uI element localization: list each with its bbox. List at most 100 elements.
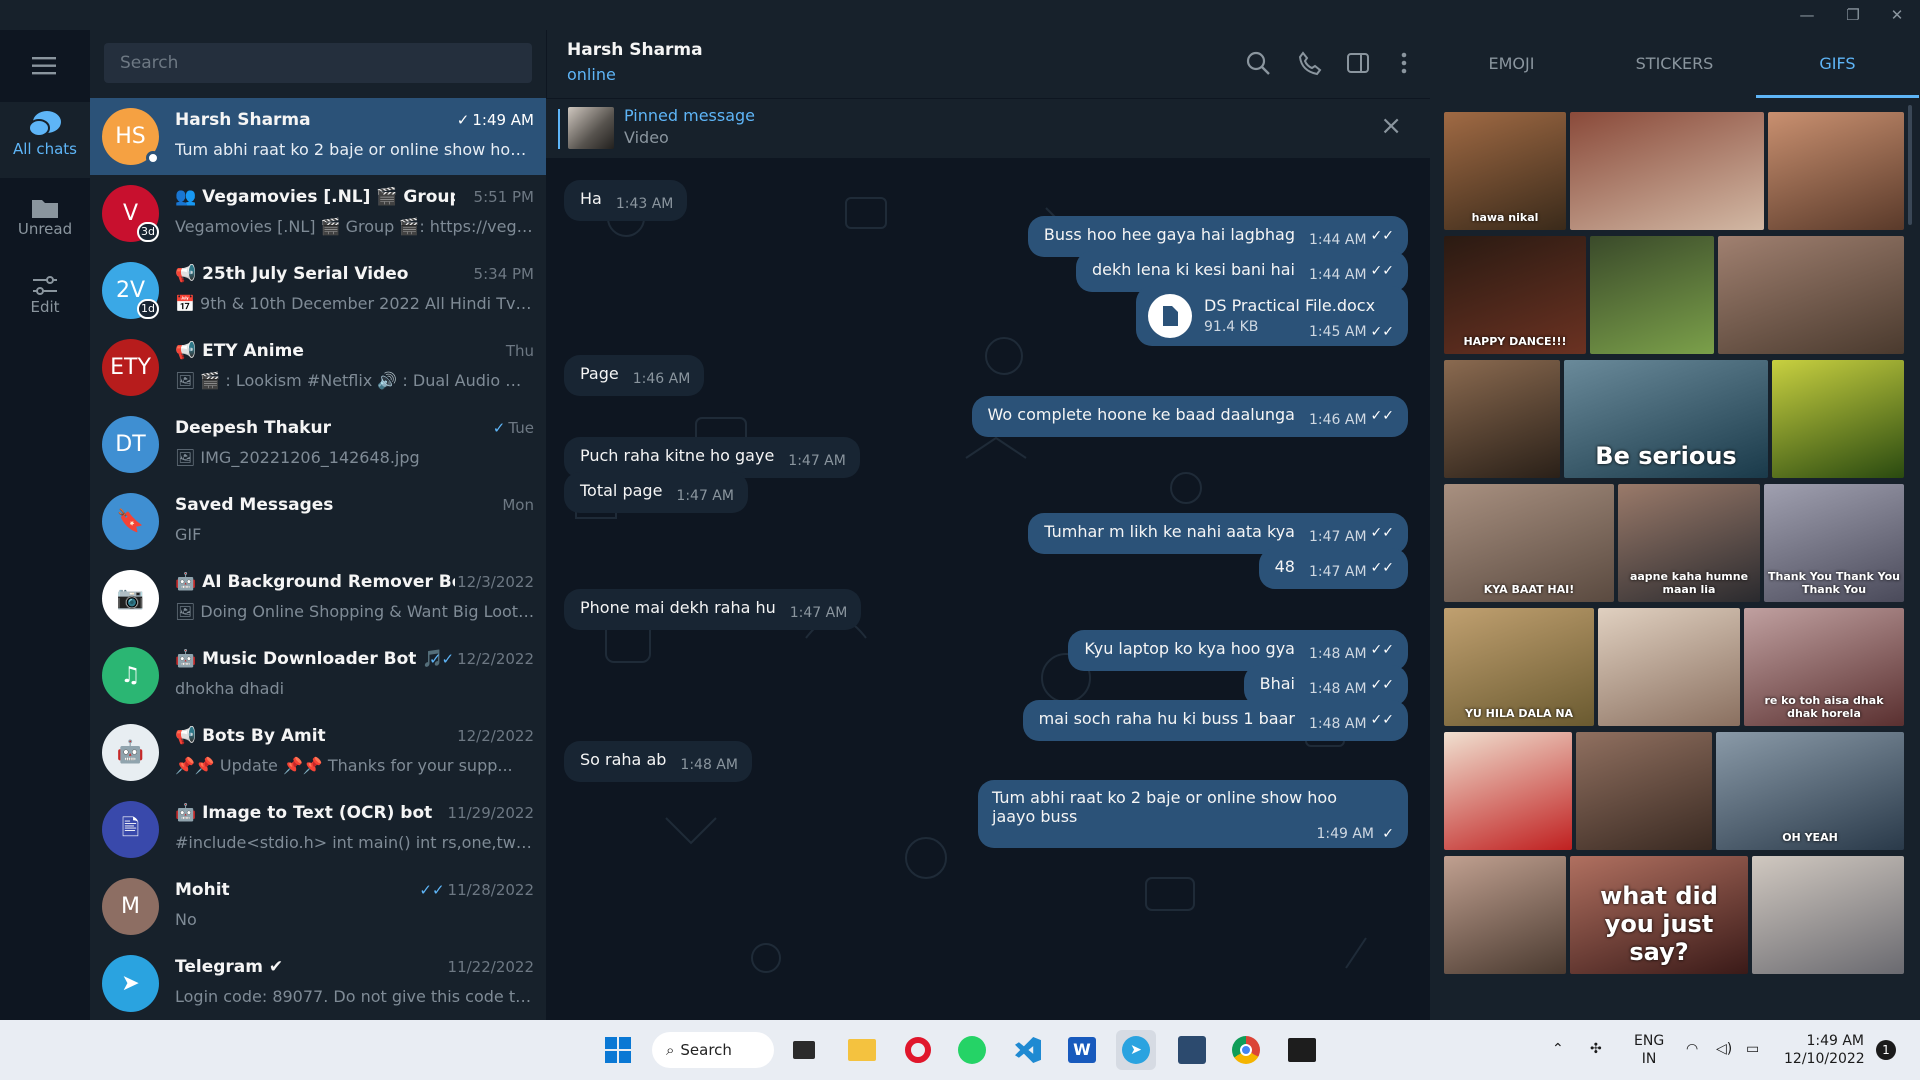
gif-thumbnail[interactable]: KYA BAAT HAI! xyxy=(1444,484,1614,602)
gif-thumbnail[interactable]: HAPPY DANCE!!! xyxy=(1444,236,1586,354)
terminal-icon[interactable] xyxy=(1282,1030,1322,1070)
pinned-message-bar[interactable]: Pinned message Video × xyxy=(546,98,1430,158)
incoming-message[interactable]: Phone mai dekh raha hu 1:47 AM xyxy=(564,589,862,630)
folder-unread[interactable]: Unread xyxy=(0,182,90,254)
dropbox-icon[interactable]: ✣ xyxy=(1590,1040,1602,1058)
task-view-icon[interactable] xyxy=(784,1030,824,1070)
menu-button[interactable] xyxy=(0,44,90,84)
chat-list-item[interactable]: 🖹 🤖 Image to Text (OCR) bot 11/29/2022 #inc… xyxy=(90,791,546,868)
avatar-initials: HS xyxy=(115,124,146,149)
search-icon[interactable] xyxy=(1245,50,1271,76)
gif-thumbnail[interactable]: what did you just say? xyxy=(1570,856,1748,974)
gif-thumbnail[interactable] xyxy=(1444,360,1560,478)
app-icon[interactable] xyxy=(1172,1030,1212,1070)
folder-all-chats[interactable]: All chats xyxy=(0,102,90,178)
message-time: 1:43 AM xyxy=(615,196,674,212)
search-input[interactable]: Search xyxy=(104,43,532,83)
close-button[interactable]: ✕ xyxy=(1874,0,1920,30)
notification-badge[interactable]: 1 xyxy=(1876,1040,1896,1060)
restore-button[interactable]: ❐ xyxy=(1830,0,1876,30)
read-ticks-icon: ✓✓ xyxy=(1370,712,1394,728)
incoming-message[interactable]: Page 1:46 AM xyxy=(564,355,705,396)
chat-list-item[interactable]: 🤖 📢 Bots By Amit 12/2/2022 📌📌 Update 📌📌 Tha… xyxy=(90,714,546,791)
message-text: Puch raha kitne ho gaye xyxy=(580,446,775,465)
chat-list-item[interactable]: V3d 👥 Vegamovies [.NL] 🎬 Group 🎬 5:51 PM Ve… xyxy=(90,175,546,252)
file-message[interactable]: DS Practical File.docx 91.4 KB 1:45 AM ✓✓ xyxy=(1136,286,1408,346)
gif-thumbnail[interactable]: YU HILA DALA NA xyxy=(1444,608,1594,726)
whatsapp-icon[interactable] xyxy=(952,1030,992,1070)
gif-thumbnail[interactable] xyxy=(1570,112,1764,230)
opera-icon[interactable] xyxy=(898,1030,938,1070)
chat-time-label: 12/2/2022 xyxy=(457,727,534,745)
taskbar-search[interactable]: ⌕ Search xyxy=(652,1032,774,1068)
telegram-icon[interactable]: ➤ xyxy=(1116,1030,1156,1070)
avatar-initials: 2V xyxy=(115,278,146,303)
gif-thumbnail[interactable] xyxy=(1444,856,1566,974)
chat-title[interactable]: Harsh Sharma xyxy=(567,40,703,60)
chat-list-item[interactable]: ♫ 🤖 Music Downloader Bot 🎵 ✓✓ 12/2/2022 dhok… xyxy=(90,637,546,714)
chevron-up-icon[interactable]: ⌃ xyxy=(1552,1040,1564,1058)
gif-thumbnail[interactable]: Be serious xyxy=(1564,360,1768,478)
folder-edit[interactable]: Edit xyxy=(0,260,90,332)
chat-list-item[interactable]: ETY 📢 ETY Anime Thu 🖼 🎬 : Lookism #Netflix … xyxy=(90,329,546,406)
incoming-message[interactable]: Total page 1:47 AM xyxy=(564,472,748,513)
close-icon[interactable]: × xyxy=(1380,111,1402,141)
chat-list-item[interactable]: 2V 1d 📢 25th July Serial Video 5:34 PM 📅 9th… xyxy=(90,252,546,329)
gif-thumbnail[interactable] xyxy=(1752,856,1904,974)
phone-icon[interactable] xyxy=(1297,50,1323,76)
message-time: 1:47 AM xyxy=(789,605,848,621)
vscode-icon[interactable] xyxy=(1008,1030,1048,1070)
chat-list-item[interactable]: 📷 🤖 AI Background Remover Bot 12/3/2022 🖼 D… xyxy=(90,560,546,637)
more-icon[interactable] xyxy=(1391,50,1417,76)
gif-thumbnail[interactable] xyxy=(1772,360,1904,478)
gif-caption: KYA BAAT HAI! xyxy=(1483,583,1575,596)
gif-scrollbar[interactable] xyxy=(1908,105,1912,225)
volume-icon[interactable]: ◁) xyxy=(1716,1040,1732,1058)
word-icon[interactable]: W xyxy=(1062,1030,1102,1070)
gif-thumbnail[interactable] xyxy=(1576,732,1712,850)
document-icon[interactable] xyxy=(1148,294,1192,338)
avatar: ETY xyxy=(102,339,159,396)
chat-list-item[interactable]: M Mohit ✓✓ 11/28/2022 No xyxy=(90,868,546,945)
outgoing-message[interactable]: Wo complete hoone ke baad daalunga 1:46 A… xyxy=(971,396,1408,437)
chat-list-item[interactable]: DT Deepesh Thakur ✓ Tue 🖼 IMG_20221206_14264… xyxy=(90,406,546,483)
tab-gifs[interactable]: GIFS xyxy=(1756,30,1919,98)
chat-time-label: 11/28/2022 xyxy=(447,881,534,899)
gif-thumbnail[interactable] xyxy=(1768,112,1904,230)
incoming-message[interactable]: So raha ab 1:48 AM xyxy=(564,741,752,782)
avatar: 📷 xyxy=(102,570,159,627)
chat-list-item[interactable]: HS Harsh Sharma ✓ 1:49 AM Tum abhi raat ko 2… xyxy=(90,98,546,175)
file-explorer-icon[interactable] xyxy=(842,1030,882,1070)
gif-thumbnail[interactable]: OH YEAH xyxy=(1716,732,1904,850)
language-indicator[interactable]: ENG IN xyxy=(1634,1032,1664,1068)
outgoing-message[interactable]: 48 1:47 AM ✓✓ xyxy=(1258,548,1408,589)
incoming-message[interactable]: Ha 1:43 AM xyxy=(564,180,688,221)
gif-thumbnail[interactable]: aapne kaha humne maan lia xyxy=(1618,484,1760,602)
minimize-button[interactable]: — xyxy=(1784,0,1830,30)
gif-thumbnail[interactable] xyxy=(1590,236,1714,354)
clock[interactable]: 1:49 AM 12/10/2022 xyxy=(1784,1032,1865,1068)
avatar-initials: M xyxy=(121,894,140,919)
gif-thumbnail[interactable] xyxy=(1718,236,1904,354)
gif-thumbnail[interactable]: re ko toh aisa dhak dhak horela xyxy=(1744,608,1904,726)
battery-icon[interactable]: ▭ xyxy=(1746,1040,1759,1058)
message-time: 1:44 AM xyxy=(1308,232,1367,248)
sidebar-toggle-icon[interactable] xyxy=(1345,50,1371,76)
gif-thumbnail[interactable]: Thank You Thank You Thank You xyxy=(1764,484,1904,602)
chat-list-item[interactable]: 🔖 Saved Messages Mon GIF xyxy=(90,483,546,560)
tab-emoji[interactable]: EMOJI xyxy=(1430,30,1593,98)
message-text: Tum abhi raat ko 2 baje or online show h… xyxy=(992,788,1338,826)
gif-thumbnail[interactable]: hawa nikal xyxy=(1444,112,1566,230)
chat-time: 11/22/2022 xyxy=(448,958,534,976)
wifi-icon[interactable]: ◠ xyxy=(1686,1040,1698,1058)
chat-name: 🤖 AI Background Remover Bot xyxy=(175,572,455,592)
chat-list-item[interactable]: ➤ Telegram ✔ 11/22/2022 Login code: 89077. … xyxy=(90,945,546,1022)
chrome-icon[interactable] xyxy=(1226,1030,1266,1070)
avatar-initials: 🔖 xyxy=(116,509,145,534)
outgoing-message[interactable]: mai soch raha hu ki buss 1 baar 1:48 AM ✓✓ xyxy=(1022,700,1408,741)
windows-start-icon[interactable] xyxy=(598,1030,638,1070)
tab-stickers[interactable]: STICKERS xyxy=(1593,30,1756,98)
outgoing-message[interactable]: Tum abhi raat ko 2 baje or online show h… xyxy=(978,780,1408,848)
gif-thumbnail[interactable] xyxy=(1598,608,1740,726)
gif-thumbnail[interactable] xyxy=(1444,732,1572,850)
